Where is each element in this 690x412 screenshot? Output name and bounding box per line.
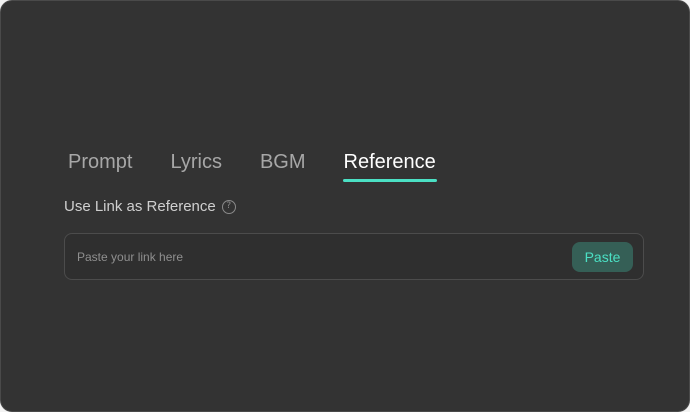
- paste-button[interactable]: Paste: [572, 242, 633, 272]
- reference-label-row: Use Link as Reference ?: [64, 198, 236, 215]
- reference-panel: Prompt Lyrics BGM Reference Use Link as …: [0, 0, 690, 412]
- tab-bgm[interactable]: BGM: [260, 151, 306, 182]
- tab-prompt[interactable]: Prompt: [68, 151, 132, 182]
- tab-reference-label: Reference: [343, 151, 436, 173]
- tab-bgm-label: BGM: [259, 151, 306, 173]
- tab-lyrics[interactable]: Lyrics: [170, 151, 221, 182]
- link-input-container: Paste: [64, 233, 644, 280]
- link-input[interactable]: [77, 241, 557, 273]
- question-mark-icon[interactable]: ?: [221, 199, 236, 214]
- use-link-as-reference-label: Use Link as Reference: [64, 198, 216, 215]
- tab-lyrics-label: Lyrics: [170, 151, 222, 173]
- tab-prompt-label: Prompt: [68, 151, 133, 173]
- mode-tabs: Prompt Lyrics BGM Reference: [68, 151, 437, 182]
- active-tab-indicator: [342, 179, 437, 182]
- tab-reference[interactable]: Reference: [342, 151, 437, 182]
